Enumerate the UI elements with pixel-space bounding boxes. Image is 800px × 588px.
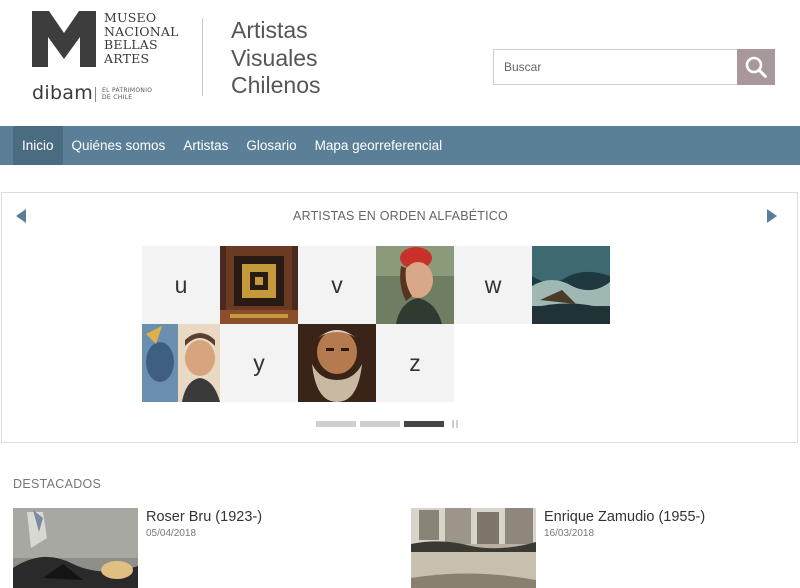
- letter-tile-w[interactable]: w: [454, 246, 532, 324]
- letter-tile-z[interactable]: z: [376, 324, 454, 402]
- nav-item-artistas[interactable]: Artistas: [174, 126, 237, 165]
- artwork-image: [376, 246, 454, 324]
- divider: [95, 87, 96, 102]
- pager-dot[interactable]: [316, 421, 356, 427]
- patrimonio-text: EL PATRIMONIO DE CHILE: [102, 87, 152, 101]
- artist-thumbnail[interactable]: [298, 324, 376, 402]
- site-title[interactable]: Artistas Visuales Chilenos: [231, 17, 321, 100]
- featured-image-enrique-zamudio[interactable]: [411, 508, 536, 588]
- pause-icon[interactable]: [452, 420, 460, 428]
- artwork-image: [220, 246, 298, 324]
- featured-name[interactable]: Enrique Zamudio (1955-): [544, 509, 705, 525]
- site-title-line: Artistas: [231, 17, 308, 43]
- destacados-title: DESTACADOS: [13, 477, 102, 491]
- nav-item-mapa[interactable]: Mapa georreferencial: [306, 126, 452, 165]
- patrimonio-line: DE CHILE: [102, 94, 133, 101]
- patrimonio-line: EL PATRIMONIO: [102, 87, 153, 94]
- artists-carousel: ARTISTAS EN ORDEN ALFABÉTICO u v w y z: [1, 192, 798, 443]
- artwork-image: [298, 324, 376, 402]
- nav-item-inicio[interactable]: Inicio: [13, 126, 63, 165]
- featured-date: 16/03/2018: [544, 528, 595, 539]
- search-input[interactable]: [493, 49, 737, 85]
- artist-thumbnail[interactable]: [142, 324, 220, 402]
- letter-tile-u[interactable]: u: [142, 246, 220, 324]
- featured-image-roser-bru[interactable]: [13, 508, 138, 588]
- artwork-image: [411, 508, 536, 588]
- arrow-right-icon[interactable]: [765, 208, 779, 224]
- pager-dot[interactable]: [360, 421, 400, 427]
- header-divider: [202, 18, 203, 96]
- featured-date: 05/04/2018: [146, 528, 197, 539]
- pager-dot-active[interactable]: [404, 421, 444, 427]
- letter-tile-v[interactable]: v: [298, 246, 376, 324]
- museo-line: BELLAS: [104, 37, 158, 53]
- artwork-image: [142, 324, 220, 402]
- artist-thumbnail[interactable]: [220, 246, 298, 324]
- dibam-logo[interactable]: dibam: [32, 82, 93, 104]
- letter-tile-y[interactable]: y: [220, 324, 298, 402]
- artwork-image: [532, 246, 610, 324]
- museo-name: MUSEO NACIONAL BELLAS ARTES: [104, 11, 179, 66]
- museo-m-logo[interactable]: [32, 11, 96, 67]
- search-icon: [745, 56, 767, 78]
- carousel-title: ARTISTAS EN ORDEN ALFABÉTICO: [293, 209, 508, 223]
- artwork-image: [13, 508, 138, 588]
- carousel-pager: [316, 420, 460, 428]
- museo-line: ARTES: [104, 51, 150, 67]
- nav-item-quienes-somos[interactable]: Quiénes somos: [63, 126, 175, 165]
- search-button[interactable]: [737, 49, 775, 85]
- main-nav: Inicio Quiénes somos Artistas Glosario M…: [0, 126, 800, 165]
- nav-item-glosario[interactable]: Glosario: [237, 126, 305, 165]
- site-title-line: Chilenos: [231, 72, 321, 98]
- museo-line: NACIONAL: [104, 23, 179, 39]
- arrow-left-icon[interactable]: [14, 208, 28, 224]
- museo-line: MUSEO: [104, 10, 157, 25]
- artist-thumbnail[interactable]: [532, 246, 610, 324]
- header: MUSEO NACIONAL BELLAS ARTES dibam EL PAT…: [0, 0, 800, 126]
- site-title-line: Visuales: [231, 44, 318, 71]
- featured-name[interactable]: Roser Bru (1923-): [146, 509, 262, 525]
- artist-thumbnail[interactable]: [376, 246, 454, 324]
